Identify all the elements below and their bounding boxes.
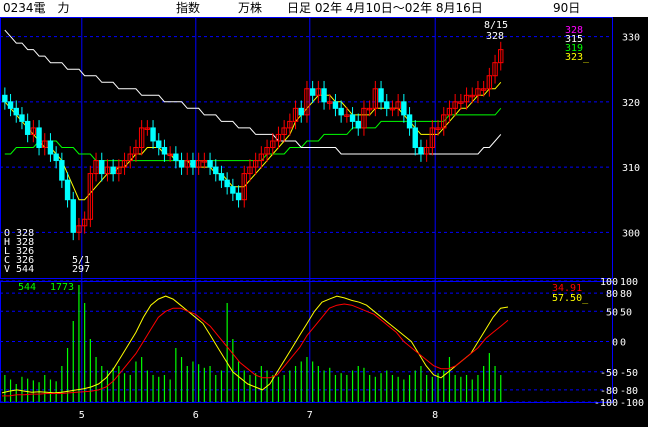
month-label: 8 xyxy=(432,410,438,421)
candle-down xyxy=(412,127,418,149)
oscillator-tick-label: -50 xyxy=(600,368,618,379)
price-legend-value: 323_ xyxy=(565,52,590,63)
oscillator-tick-label-right: 80 xyxy=(620,289,632,300)
oscillator-tick-label-right: 50 xyxy=(620,307,632,318)
oscillator-tick-label: 80 xyxy=(606,289,618,300)
candle-down xyxy=(235,192,242,201)
candle-down xyxy=(218,173,225,181)
candle-down xyxy=(338,107,344,116)
moving-average-line xyxy=(4,29,502,155)
oscillator-legend-fast: 57.50_ xyxy=(552,293,589,304)
days-label: 90日 xyxy=(553,1,581,15)
candle-down xyxy=(178,160,185,168)
candle-down xyxy=(19,114,25,122)
oscillator-tick-label: -80 xyxy=(600,386,618,397)
candle-down xyxy=(99,160,105,175)
candle-down xyxy=(53,153,59,162)
month-label: 6 xyxy=(193,410,199,421)
price-tick-label: 300 xyxy=(622,228,640,239)
candle-down xyxy=(156,140,162,149)
volume-last-label: 544 xyxy=(18,282,36,293)
candle-down xyxy=(298,107,304,116)
candle-down xyxy=(47,140,54,155)
oscillator-tick-label: 0 xyxy=(612,338,618,349)
candle-down xyxy=(384,101,390,109)
candle-down xyxy=(36,127,42,149)
oscillator-tick-label: 50 xyxy=(606,307,618,318)
candle-down xyxy=(24,120,31,135)
month-label: 5 xyxy=(79,410,85,421)
candle-down xyxy=(401,101,407,116)
oscillator-tick-label: -100 xyxy=(594,398,618,409)
last-date-label: 8/15 xyxy=(484,20,508,31)
price-tick-label: 320 xyxy=(622,98,640,109)
oscillator-tick-label-right: 0 xyxy=(620,338,626,349)
candle-down xyxy=(59,160,65,181)
price-tick-label: 310 xyxy=(622,163,640,174)
chart-title-bar: 0234電 力 指数 万株 日足 02年 4月10日～02年 8月16日 90日 xyxy=(0,0,648,17)
candle-down xyxy=(150,127,156,142)
index-label: 指数 xyxy=(176,1,201,15)
price-tick-label: 330 xyxy=(622,33,640,44)
candle-down xyxy=(7,101,14,109)
last-close-label: 328 xyxy=(486,31,504,42)
grid-layer xyxy=(0,17,613,403)
candle-down xyxy=(207,160,213,168)
candle-down xyxy=(321,88,327,103)
candle-down xyxy=(64,179,71,201)
candle-layer xyxy=(2,41,504,241)
candle-down xyxy=(190,160,196,168)
candle-down xyxy=(213,166,219,175)
candle-down xyxy=(355,120,361,129)
candle-down xyxy=(230,186,236,194)
candle-down xyxy=(110,166,116,175)
period-label: 日足 02年 4月10日～02年 8月16日 xyxy=(287,1,483,15)
candle-down xyxy=(70,199,76,233)
oscillator-tick-label-right: -50 xyxy=(620,368,638,379)
candle-down xyxy=(309,88,316,96)
candle-down xyxy=(224,179,230,188)
oscillator-tick-label-right: -80 xyxy=(620,386,638,397)
candle-down xyxy=(161,147,168,155)
candle-down xyxy=(13,107,19,116)
month-label: 7 xyxy=(307,410,313,421)
min-value-label: 297 xyxy=(72,264,90,275)
chart-window: 300 310 320 330 100 100 80 80 50 50 0 0 -50 -50 -80 -80… xyxy=(0,0,648,427)
oscillator-tick-label: 100 xyxy=(600,277,618,288)
volume-max-label: 1773 xyxy=(50,282,74,293)
candle-down xyxy=(173,153,179,162)
oscillator-tick-label-right: 100 xyxy=(620,277,638,288)
unit-label: 万株 xyxy=(238,1,263,15)
candle-down xyxy=(418,147,424,155)
candle-down xyxy=(349,114,356,122)
volume-layer xyxy=(4,285,502,402)
moving-average-layer xyxy=(4,29,502,201)
oscillator-tick-label-right: -100 xyxy=(620,398,644,409)
candle-down xyxy=(406,114,413,129)
candle-down xyxy=(378,88,384,103)
candle-down xyxy=(332,101,339,109)
ohlcv-row: V 544 xyxy=(4,264,34,275)
stock-chart[interactable]: 300310320330100 10080 8050 500 0-50 -50-80 -80… xyxy=(0,0,648,427)
stock-name: 0234電 力 xyxy=(3,1,70,15)
